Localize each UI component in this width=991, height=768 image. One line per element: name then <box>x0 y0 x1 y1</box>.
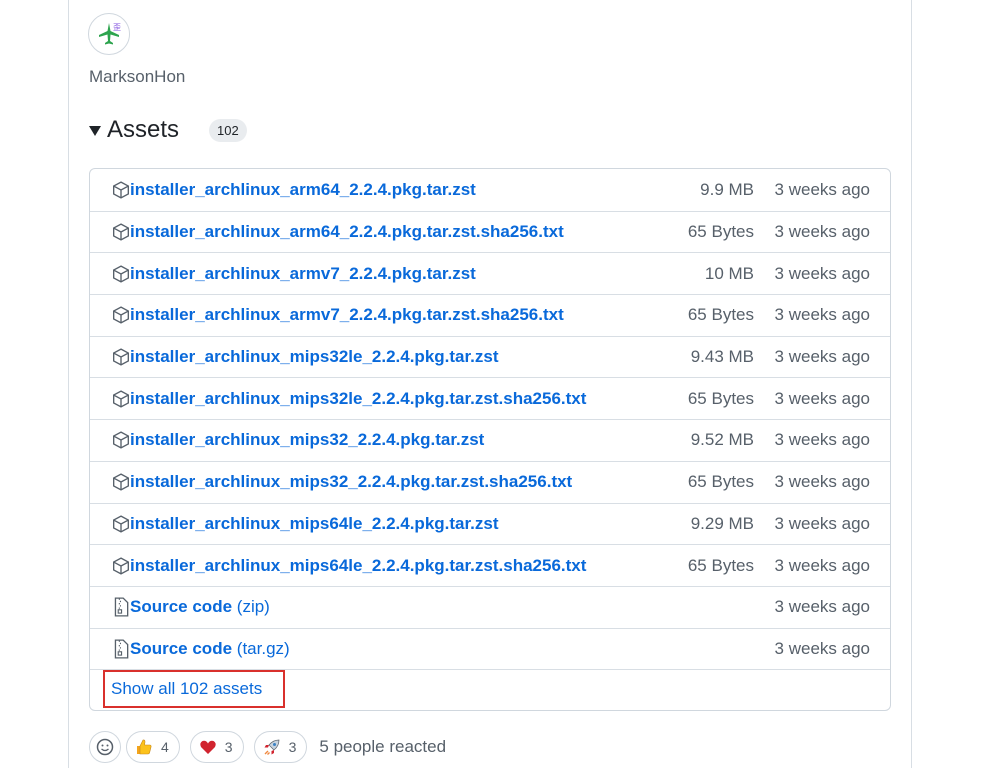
asset-name: installer_archlinux_mips32le_2.2.4.pkg.t… <box>130 388 587 408</box>
asset-date: 3 weeks ago <box>774 513 870 533</box>
asset-date: 3 weeks ago <box>774 430 870 450</box>
show-all-assets-link[interactable]: Show all 102 assets <box>103 670 285 709</box>
reaction-count: 4 <box>161 739 169 755</box>
asset-download-link[interactable]: installer_archlinux_mips32_2.2.4.pkg.tar… <box>130 430 484 450</box>
asset-size: 10 MB <box>704 263 754 283</box>
asset-download-link[interactable]: installer_archlinux_arm64_2.2.4.pkg.tar.… <box>130 222 564 242</box>
asset-row: installer_archlinux_arm64_2.2.4.pkg.tar.… <box>90 169 890 211</box>
asset-name: installer_archlinux_mips32_2.2.4.pkg.tar… <box>130 472 573 492</box>
asset-download-link[interactable]: installer_archlinux_armv7_2.2.4.pkg.tar.… <box>130 264 476 284</box>
heart-icon <box>199 738 217 756</box>
asset-date: 3 weeks ago <box>774 222 870 242</box>
asset-date: 3 weeks ago <box>774 263 870 283</box>
asset-date: 3 weeks ago <box>774 472 870 492</box>
asset-suffix: (tar.gz) <box>236 638 290 658</box>
asset-name: installer_archlinux_mips64le_2.2.4.pkg.t… <box>130 513 499 533</box>
reactions-bar: 4 3 3 5 people reacted <box>89 731 446 763</box>
asset-name: installer_archlinux_arm64_2.2.4.pkg.tar.… <box>130 222 564 242</box>
asset-download-link[interactable]: installer_archlinux_mips32le_2.2.4.pkg.t… <box>130 389 586 409</box>
asset-download-link[interactable]: installer_archlinux_mips32_2.2.4.pkg.tar… <box>130 472 572 492</box>
asset-download-link[interactable]: Source code (zip) <box>130 597 270 617</box>
asset-download-link[interactable]: Source code (tar.gz) <box>130 639 290 659</box>
asset-size: 65 Bytes <box>687 305 754 325</box>
asset-size: 65 Bytes <box>687 388 754 408</box>
asset-date: 3 weeks ago <box>774 638 870 658</box>
asset-name: installer_archlinux_mips32_2.2.4.pkg.tar… <box>130 430 485 450</box>
asset-row: installer_archlinux_mips32le_2.2.4.pkg.t… <box>90 335 890 378</box>
asset-name: installer_archlinux_arm64_2.2.4.pkg.tar.… <box>130 179 476 199</box>
asset-download-link[interactable]: installer_archlinux_mips64le_2.2.4.pkg.t… <box>130 556 586 576</box>
package-icon <box>111 514 131 534</box>
asset-name: installer_archlinux_mips32le_2.2.4.pkg.t… <box>130 347 499 367</box>
asset-row: installer_archlinux_mips32_2.2.4.pkg.tar… <box>90 419 890 461</box>
asset-row: installer_archlinux_mips64le_2.2.4.pkg.t… <box>90 502 890 545</box>
asset-size: 65 Bytes <box>687 472 754 492</box>
asset-row: Source code (zip) 3 weeks ago <box>90 585 890 628</box>
author-avatar[interactable]: 歪 <box>88 13 130 55</box>
release-page: 歪 MarksonHon Assets 102 installer_archli… <box>0 0 991 768</box>
assets-count-badge: 102 <box>209 118 247 142</box>
file-zip-icon <box>111 639 131 659</box>
asset-date: 3 weeks ago <box>774 388 870 408</box>
asset-name: installer_archlinux_armv7_2.2.4.pkg.tar.… <box>130 305 564 325</box>
svg-text:歪: 歪 <box>113 23 121 32</box>
asset-date: 3 weeks ago <box>774 179 870 199</box>
asset-row: installer_archlinux_mips32_2.2.4.pkg.tar… <box>90 460 890 503</box>
package-icon <box>111 556 131 576</box>
package-icon <box>111 347 131 367</box>
assets-title: Assets <box>107 116 180 143</box>
asset-date: 3 weeks ago <box>774 555 870 575</box>
asset-date: 3 weeks ago <box>774 305 870 325</box>
asset-list: installer_archlinux_arm64_2.2.4.pkg.tar.… <box>89 168 891 711</box>
author-name[interactable]: MarksonHon <box>89 67 185 87</box>
rocket-icon <box>263 738 281 756</box>
asset-name: installer_archlinux_armv7_2.2.4.pkg.tar.… <box>130 263 476 283</box>
asset-size: 9.43 MB <box>690 347 754 367</box>
asset-date: 3 weeks ago <box>774 597 870 617</box>
package-icon <box>111 264 131 284</box>
file-zip-icon <box>111 597 131 617</box>
reactions-summary: 5 people reacted <box>319 737 447 756</box>
package-icon <box>111 389 131 409</box>
asset-download-link[interactable]: installer_archlinux_arm64_2.2.4.pkg.tar.… <box>130 180 476 200</box>
asset-date: 3 weeks ago <box>774 347 870 367</box>
smiley-icon <box>96 738 114 756</box>
asset-download-link[interactable]: installer_archlinux_armv7_2.2.4.pkg.tar.… <box>130 305 564 325</box>
asset-row: Source code (tar.gz) 3 weeks ago <box>90 627 890 670</box>
asset-size: 65 Bytes <box>687 222 754 242</box>
asset-row: installer_archlinux_arm64_2.2.4.pkg.tar.… <box>90 210 890 253</box>
package-icon <box>111 305 131 325</box>
reaction-count: 3 <box>224 739 233 755</box>
asset-row: installer_archlinux_mips64le_2.2.4.pkg.t… <box>90 544 890 586</box>
asset-row: installer_archlinux_mips32le_2.2.4.pkg.t… <box>90 377 890 419</box>
caret-down-icon <box>89 126 101 136</box>
asset-size: 9.52 MB <box>690 430 754 450</box>
reaction-thumbs-up[interactable]: 4 <box>126 731 180 763</box>
add-reaction-button[interactable] <box>89 731 121 763</box>
asset-name: Source code <box>130 638 233 658</box>
asset-name: Source code <box>130 597 233 617</box>
package-icon <box>111 472 131 492</box>
airplane-avatar-icon: 歪 <box>99 23 121 45</box>
asset-size: 9.9 MB <box>700 179 754 199</box>
thumbs-up-icon <box>135 738 153 756</box>
package-icon <box>111 430 131 450</box>
asset-size: 9.29 MB <box>690 513 754 533</box>
asset-download-link[interactable]: installer_archlinux_mips64le_2.2.4.pkg.t… <box>130 514 499 534</box>
reaction-rocket[interactable]: 3 <box>253 731 308 763</box>
reaction-heart[interactable]: 3 <box>189 731 244 763</box>
asset-row: installer_archlinux_armv7_2.2.4.pkg.tar.… <box>90 252 890 294</box>
asset-size: 65 Bytes <box>687 555 754 575</box>
asset-row: installer_archlinux_armv7_2.2.4.pkg.tar.… <box>90 294 890 336</box>
asset-suffix: (zip) <box>236 597 270 617</box>
asset-download-link[interactable]: installer_archlinux_mips32le_2.2.4.pkg.t… <box>130 347 499 367</box>
reaction-count: 3 <box>288 739 297 755</box>
package-icon <box>111 222 131 242</box>
show-all-row: Show all 102 assets <box>90 669 890 710</box>
assets-toggle[interactable]: Assets 102 <box>89 116 247 144</box>
package-icon <box>111 180 131 200</box>
asset-name: installer_archlinux_mips64le_2.2.4.pkg.t… <box>130 555 587 575</box>
